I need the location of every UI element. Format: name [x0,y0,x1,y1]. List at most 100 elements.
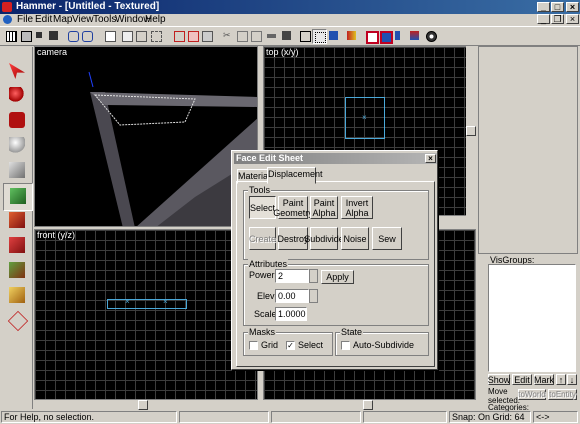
selection-tool-button[interactable] [3,59,31,85]
elev-spinner[interactable] [309,289,318,303]
to-entity-button[interactable]: toEntity [548,389,577,400]
magnify-tool-button[interactable] [3,83,31,109]
run-map-button[interactable] [364,29,379,44]
visgroup-edit-button[interactable]: Edit [512,374,532,385]
document-icon[interactable] [3,15,12,24]
scale-input[interactable]: 1.0000 [275,307,307,321]
menu-edit[interactable]: Edit [35,14,52,25]
menu-tools[interactable]: Tools [93,14,116,25]
menu-view[interactable]: View [72,14,94,25]
tools-group: Tools Select Paint Geometry Paint Alpha … [243,185,429,260]
power-label: Power [249,270,275,280]
toggle-grid-button[interactable] [4,29,17,42]
texture-browser-button[interactable] [327,29,340,42]
invert-alpha-button[interactable]: Invert Alpha [341,196,373,219]
make-hollow-button[interactable] [235,29,248,42]
doc-minimize-button[interactable]: _ [537,14,550,24]
visgroup-show-button[interactable]: Show [488,374,510,385]
larger-grid-button[interactable] [47,29,60,42]
texture-application-button[interactable] [3,183,33,211]
power-input[interactable]: 2 [275,269,309,283]
entity-report-button[interactable] [393,29,406,42]
compile-button[interactable] [378,29,393,44]
title-bar[interactable]: Hammer - [Untitled - Textured] _ □ × [0,0,580,14]
menu-help[interactable]: Help [145,14,166,25]
selected-brush-front[interactable] [107,299,187,309]
brush-edge-top [90,92,257,107]
dialog-title-bar[interactable]: Face Edit Sheet × [234,153,437,164]
apply-current-texture-button[interactable] [3,208,31,234]
undo-button[interactable] [66,29,79,42]
tools-group-label: Tools [248,185,272,195]
front-viewport[interactable]: front (y/z) × × [34,229,258,400]
apply-texture-button[interactable] [345,29,358,42]
select-tool-button[interactable]: Select [249,196,276,219]
entity-tool-button[interactable] [3,133,31,159]
to-world-button[interactable]: toWorld [518,389,546,400]
hide-icon [202,31,213,42]
compile-icon [410,31,419,40]
select-all-button[interactable] [312,29,327,44]
side-view-hscrollbar[interactable] [263,400,476,410]
carve-button[interactable]: ✂ [221,29,234,42]
doc-restore-button[interactable]: ❐ [551,14,564,24]
paint-alpha-button[interactable]: Paint Alpha [310,196,338,219]
solid-button[interactable] [280,29,293,42]
sew-button[interactable]: Sew [372,227,402,250]
ignore-group-button[interactable] [172,29,185,42]
maximize-button[interactable]: □ [551,2,564,12]
power-spinner[interactable] [309,269,318,283]
menu-file[interactable]: File [17,14,33,25]
display-models-button[interactable] [265,29,278,42]
dialog-title: Face Edit Sheet [236,153,304,163]
hide-unselected-button[interactable] [200,29,213,42]
copy-button[interactable] [103,29,116,42]
clipping-tool-button[interactable] [3,283,31,309]
overlay-tool-button[interactable] [3,258,31,284]
undo-icon [82,31,93,42]
camera-viewport[interactable]: camera [34,46,258,227]
camera-tool-button[interactable] [3,108,31,134]
dialog-close-button[interactable]: × [425,154,436,163]
subdivide-button[interactable]: Subdivide [304,227,344,250]
elev-input[interactable]: 0.00 [275,289,309,303]
doc-close-button[interactable]: × [566,14,579,24]
decal-tool-button[interactable] [3,233,31,259]
paste-button[interactable] [120,29,133,42]
close-button[interactable]: × [566,2,579,12]
menu-map[interactable]: Map [53,14,72,25]
smaller-grid-button[interactable] [33,29,46,42]
mask-grid-checkbox[interactable] [249,341,258,350]
move-up-button[interactable]: ↑ [556,374,566,385]
top-view-vscrollbar[interactable] [466,46,476,216]
redo-button[interactable] [80,29,93,42]
minimize-button[interactable]: _ [537,2,550,12]
ungroup-button[interactable] [149,29,162,42]
group-icon [136,31,147,42]
noise-button[interactable]: Noise [341,227,369,250]
front-view-hscrollbar[interactable] [34,400,258,410]
visgroups-list[interactable] [488,264,576,372]
mask-select-checkbox[interactable]: ✓ [286,341,295,350]
texture-lock-button[interactable] [249,29,262,42]
tab-displacement[interactable]: Displacement [267,167,323,184]
entity-tool-icon [9,137,25,153]
side-hscroll-thumb[interactable] [363,400,373,410]
check-problems-button[interactable] [408,29,421,42]
toggle-3d-grid-button[interactable] [19,29,32,42]
paint-geometry-button[interactable]: Paint Geometry [273,196,313,219]
visgroup-mark-button[interactable]: Mark [534,374,554,385]
box-select-button[interactable] [298,29,311,42]
top-vscroll-thumb[interactable] [466,126,476,136]
apply-button[interactable]: Apply [321,270,354,284]
hide-button[interactable] [186,29,199,42]
block-tool-button[interactable] [3,158,31,184]
move-down-button[interactable]: ↓ [567,374,577,385]
front-hscroll-thumb[interactable] [138,400,148,410]
cut-icon: ✂ [223,30,231,40]
create-button[interactable]: Create [249,227,276,250]
auto-subdivide-checkbox[interactable] [341,341,350,350]
vertex-tool-button[interactable] [3,308,31,334]
help-button[interactable] [424,29,437,42]
group-button[interactable] [134,29,147,42]
